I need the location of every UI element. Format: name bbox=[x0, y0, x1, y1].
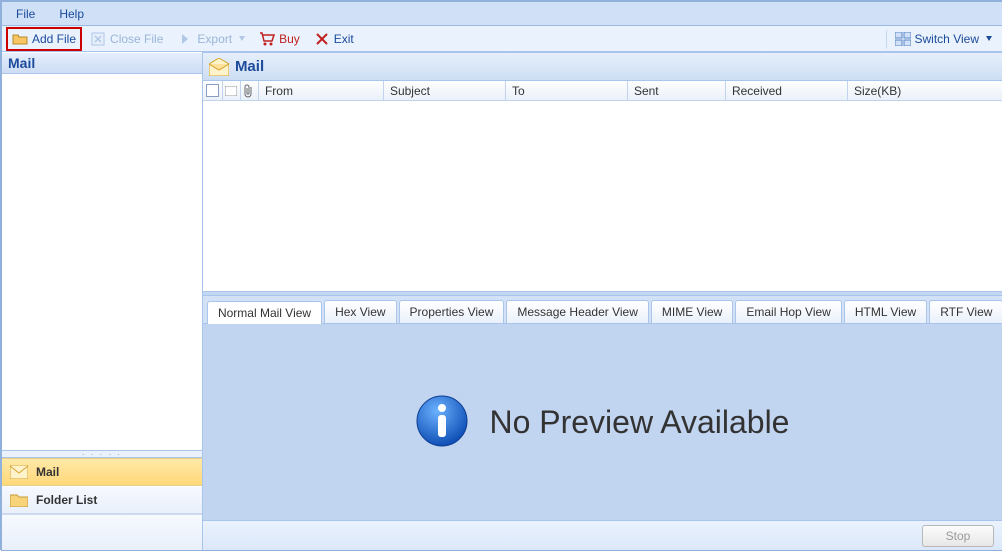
tab-mime[interactable]: MIME View bbox=[651, 300, 733, 323]
status-bar: Stop bbox=[203, 520, 1002, 550]
left-pane: Mail · · · · · Mail Folder List bbox=[2, 52, 203, 550]
envelope-open-icon bbox=[209, 58, 229, 76]
column-received[interactable]: Received bbox=[726, 81, 848, 100]
folder-tree[interactable] bbox=[2, 74, 202, 450]
layout-icon bbox=[895, 31, 911, 47]
preview-tabstrip: Normal Mail View Hex View Properties Vie… bbox=[203, 295, 1002, 323]
exit-button[interactable]: Exit bbox=[308, 29, 360, 49]
export-button[interactable]: Export bbox=[171, 29, 251, 49]
paperclip-icon bbox=[244, 84, 254, 98]
menu-file[interactable]: File bbox=[8, 5, 43, 23]
app-window: File Help Add File Close File bbox=[2, 2, 1002, 550]
tab-hex[interactable]: Hex View bbox=[324, 300, 396, 323]
toolbar: Add File Close File Export Bu bbox=[2, 26, 1002, 52]
switch-view-button[interactable]: Switch View bbox=[886, 29, 998, 49]
nav-footer bbox=[2, 514, 202, 550]
column-icon[interactable] bbox=[223, 81, 241, 100]
chevron-down-icon bbox=[239, 36, 245, 41]
buy-button[interactable]: Buy bbox=[253, 29, 306, 49]
tab-rtf[interactable]: RTF View bbox=[929, 300, 1002, 323]
close-file-label: Close File bbox=[110, 32, 163, 46]
nav-list: Mail Folder List bbox=[2, 458, 202, 514]
switch-view-label: Switch View bbox=[915, 32, 979, 46]
nav-item-mail[interactable]: Mail bbox=[2, 458, 202, 486]
mail-list-body[interactable] bbox=[203, 101, 1002, 291]
mail-list-header: From Subject To Sent Received Size(KB) bbox=[203, 81, 1002, 101]
add-file-label: Add File bbox=[32, 32, 76, 46]
column-subject[interactable]: Subject bbox=[384, 81, 506, 100]
close-file-button[interactable]: Close File bbox=[84, 29, 169, 49]
page-icon bbox=[225, 86, 237, 96]
splitter-handle[interactable]: · · · · · bbox=[2, 450, 202, 458]
envelope-icon bbox=[10, 465, 28, 479]
add-file-highlight: Add File bbox=[6, 27, 82, 51]
tab-html[interactable]: HTML View bbox=[844, 300, 927, 323]
column-sent[interactable]: Sent bbox=[628, 81, 726, 100]
export-arrow-icon bbox=[177, 31, 193, 47]
preview-message: No Preview Available bbox=[489, 404, 789, 441]
close-x-icon bbox=[314, 31, 330, 47]
menu-help[interactable]: Help bbox=[51, 5, 92, 23]
column-to[interactable]: To bbox=[506, 81, 628, 100]
right-pane: Mail From Subject To Sent Received Size(… bbox=[203, 52, 1002, 550]
exit-label: Exit bbox=[334, 32, 354, 46]
column-size[interactable]: Size(KB) bbox=[848, 81, 1002, 100]
left-pane-header: Mail bbox=[2, 52, 202, 74]
menu-bar: File Help bbox=[2, 2, 1002, 26]
right-pane-header: Mail bbox=[203, 53, 1002, 81]
nav-item-folder-list[interactable]: Folder List bbox=[2, 486, 202, 514]
nav-item-label: Mail bbox=[36, 465, 59, 479]
tab-email-hop[interactable]: Email Hop View bbox=[735, 300, 841, 323]
nav-item-label: Folder List bbox=[36, 493, 97, 507]
folder-icon bbox=[10, 493, 28, 507]
preview-panel: No Preview Available bbox=[203, 323, 1002, 520]
folder-open-icon bbox=[12, 31, 28, 47]
close-file-icon bbox=[90, 31, 106, 47]
stop-button[interactable]: Stop bbox=[922, 525, 994, 547]
column-from[interactable]: From bbox=[259, 81, 384, 100]
tab-message-header[interactable]: Message Header View bbox=[506, 300, 649, 323]
export-label: Export bbox=[197, 32, 232, 46]
buy-label: Buy bbox=[279, 32, 300, 46]
chevron-down-icon bbox=[986, 36, 992, 41]
add-file-button[interactable]: Add File bbox=[8, 29, 80, 49]
column-attachment[interactable] bbox=[241, 81, 259, 100]
tab-properties[interactable]: Properties View bbox=[399, 300, 505, 323]
info-icon bbox=[415, 394, 469, 451]
column-checkbox[interactable] bbox=[203, 81, 223, 100]
shopping-cart-icon bbox=[259, 31, 275, 47]
right-pane-title: Mail bbox=[235, 58, 264, 75]
tab-normal-mail[interactable]: Normal Mail View bbox=[207, 301, 322, 324]
